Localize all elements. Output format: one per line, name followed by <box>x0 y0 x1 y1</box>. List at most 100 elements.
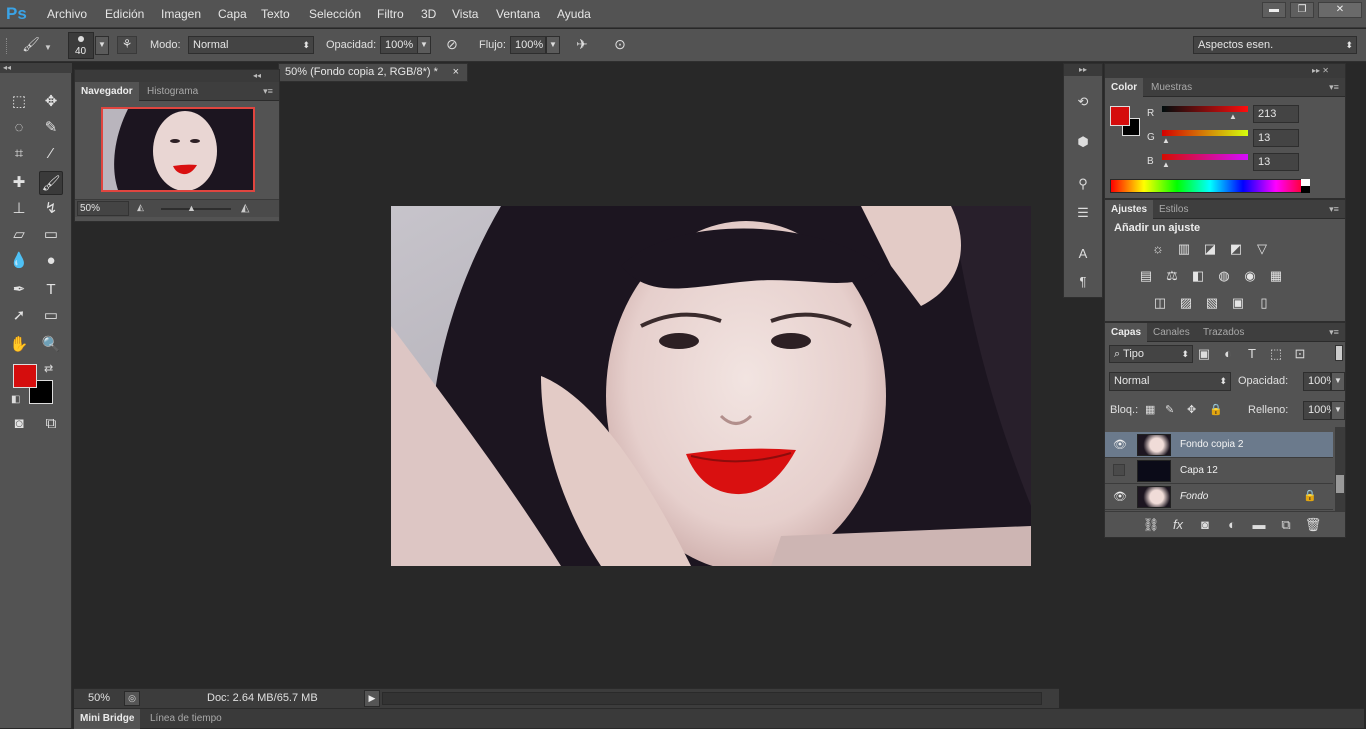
tab-estilos[interactable]: Estilos <box>1153 200 1194 219</box>
screen-mode-icon[interactable]: ⧉ <box>39 412 63 436</box>
chevron-down-icon[interactable]: ▼ <box>44 43 52 52</box>
layer-style-icon[interactable]: fx <box>1168 515 1188 535</box>
eyedropper-tool-icon[interactable]: ⁄ <box>39 142 63 166</box>
pen-tool-icon[interactable]: ✒ <box>7 278 31 302</box>
menu-vista[interactable]: Vista <box>452 0 478 28</box>
close-window-button[interactable]: ✕ <box>1318 2 1362 18</box>
clone-stamp-tool-icon[interactable]: ⊥ <box>7 197 31 221</box>
invert-icon[interactable]: ◫ <box>1151 294 1169 312</box>
menu-ventana[interactable]: Ventana <box>496 0 540 28</box>
lock-transparent-icon[interactable]: ▦ <box>1145 403 1155 416</box>
type-tool-icon[interactable]: T <box>39 278 63 302</box>
pressure-size-icon[interactable]: ⊙ <box>610 36 630 54</box>
channel-mixer-icon[interactable]: ◉ <box>1241 267 1259 285</box>
color-lookup-icon[interactable]: ▦ <box>1267 267 1285 285</box>
brush-size-picker[interactable]: 40 <box>68 32 94 59</box>
3d-panel-icon[interactable]: ⬢ <box>1073 132 1093 152</box>
layer-filter-select[interactable]: ⌕ Tipo ⬍ <box>1109 345 1193 363</box>
history-brush-tool-icon[interactable]: ↯ <box>39 197 63 221</box>
tab-capas[interactable]: Capas <box>1105 323 1148 342</box>
eraser-tool-icon[interactable]: ▱ <box>7 223 31 247</box>
brush-tool-preset-icon[interactable]: 🖌 <box>20 36 42 54</box>
filter-pixel-icon[interactable]: ▣ <box>1194 344 1214 364</box>
brush-tool-icon[interactable]: 🖌 <box>39 171 63 195</box>
hand-tool-icon[interactable]: ✋ <box>7 333 31 357</box>
photo-filter-icon[interactable]: ◍ <box>1215 267 1233 285</box>
filter-type-icon[interactable]: T <box>1242 344 1262 364</box>
pressure-opacity-icon[interactable]: ⊘ <box>442 36 462 54</box>
panel-menu-icon[interactable]: ▾≡ <box>1327 326 1341 338</box>
blur-tool-icon[interactable]: 💧 <box>7 249 31 273</box>
vibrance-icon[interactable]: ▽ <box>1253 240 1271 258</box>
color-spectrum-ramp[interactable] <box>1110 179 1310 193</box>
tab-muestras[interactable]: Muestras <box>1145 78 1198 97</box>
tab-mini-bridge[interactable]: Mini Bridge <box>74 709 141 729</box>
slider-handle-icon[interactable]: ▲ <box>1229 112 1237 121</box>
navigator-zoom-input[interactable]: 50% <box>77 201 129 216</box>
tab-navegador[interactable]: Navegador <box>75 82 139 101</box>
healing-brush-tool-icon[interactable]: ✚ <box>7 171 31 195</box>
tab-color[interactable]: Color <box>1105 78 1144 97</box>
layers-scrollbar-thumb[interactable] <box>1336 475 1344 493</box>
blend-mode-select[interactable]: Normal ⬍ <box>1109 372 1231 391</box>
paragraph-panel-icon[interactable]: ¶ <box>1073 272 1093 292</box>
tab-ajustes[interactable]: Ajustes <box>1105 200 1154 219</box>
gradient-tool-icon[interactable]: ▭ <box>39 223 63 247</box>
status-zoom[interactable]: 50% <box>88 692 110 704</box>
new-layer-icon[interactable]: ⧉ <box>1276 515 1296 535</box>
panel-collapse-icon[interactable]: ▸▸ ✕ <box>1105 64 1345 78</box>
spectrum-white-chip[interactable] <box>1301 179 1310 186</box>
layer-opacity-input[interactable]: 100% <box>1303 372 1336 391</box>
mode-select[interactable]: Normal ⬍ <box>188 36 314 54</box>
quick-mask-icon[interactable]: ◙ <box>7 412 31 436</box>
status-menu-arrow-icon[interactable]: ▶ <box>364 690 380 707</box>
posterize-icon[interactable]: ▨ <box>1177 294 1195 312</box>
panel-menu-icon[interactable]: ▾≡ <box>1327 203 1341 215</box>
filter-toggle[interactable] <box>1335 345 1343 361</box>
menu-seleccion[interactable]: Selección <box>309 0 361 28</box>
brush-presets-panel-icon[interactable]: ⚲ <box>1073 174 1093 194</box>
color-panel-foreground-swatch[interactable] <box>1110 106 1130 126</box>
collapse-icon[interactable]: ◂◂ <box>75 70 279 82</box>
visibility-toggle-off[interactable] <box>1113 464 1125 476</box>
brush-size-dropdown[interactable]: ▼ <box>95 36 109 55</box>
exposure-icon[interactable]: ◩ <box>1227 240 1245 258</box>
airbrush-icon[interactable]: ✈ <box>572 36 592 54</box>
channel-slider-g[interactable] <box>1162 130 1248 136</box>
hue-saturation-icon[interactable]: ▤ <box>1137 267 1155 285</box>
properties-panel-icon[interactable]: ☰ <box>1073 203 1093 223</box>
workspace-select[interactable]: Aspectos esen. ⬍ <box>1193 36 1357 54</box>
zoom-tool-icon[interactable]: 🔍 <box>39 333 63 357</box>
path-selection-tool-icon[interactable]: ➚ <box>7 304 31 328</box>
expand-icon[interactable]: ▸▸ <box>1064 64 1102 76</box>
channel-slider-b[interactable] <box>1162 154 1248 160</box>
layer-name[interactable]: Fondo <box>1180 491 1208 502</box>
minimize-button[interactable]: ▬ <box>1262 2 1286 18</box>
layer-name[interactable]: Capa 12 <box>1180 465 1218 476</box>
collapse-icon[interactable]: ◂◂ <box>0 63 72 73</box>
lock-all-icon[interactable]: 🔒 <box>1209 403 1223 416</box>
threshold-icon[interactable]: ▧ <box>1203 294 1221 312</box>
flow-dropdown[interactable]: ▼ <box>546 36 560 54</box>
channel-input-g[interactable]: 13 <box>1253 129 1299 147</box>
layer-name[interactable]: Fondo copia 2 <box>1180 439 1243 450</box>
swap-colors-icon[interactable]: ⇄ <box>44 362 53 375</box>
move-tool-icon[interactable]: ✥ <box>39 90 63 114</box>
fill-dropdown[interactable]: ▼ <box>1331 401 1345 420</box>
layer-row[interactable]: 👁 Fondo copia 2 <box>1105 432 1333 458</box>
slider-handle-icon[interactable]: ▲ <box>1162 160 1170 169</box>
zoom-out-icon[interactable]: ◭ <box>137 202 144 213</box>
crop-tool-icon[interactable]: ⌗ <box>7 142 31 166</box>
default-colors-icon[interactable]: ◧ <box>11 394 20 405</box>
navigator-thumbnail[interactable] <box>101 107 255 192</box>
quick-selection-tool-icon[interactable]: ✎ <box>39 116 63 140</box>
delete-layer-icon[interactable]: 🗑 <box>1303 515 1323 535</box>
layers-scrollbar[interactable] <box>1335 427 1345 513</box>
panel-menu-icon[interactable]: ▾≡ <box>261 85 275 97</box>
channel-input-r[interactable]: 213 <box>1253 105 1299 123</box>
menu-ayuda[interactable]: Ayuda <box>557 0 591 28</box>
link-layers-icon[interactable]: ⛓ <box>1141 515 1161 535</box>
panel-menu-icon[interactable]: ▾≡ <box>1327 81 1341 93</box>
fill-input[interactable]: 100% <box>1303 401 1336 420</box>
menu-3d[interactable]: 3D <box>421 0 436 28</box>
